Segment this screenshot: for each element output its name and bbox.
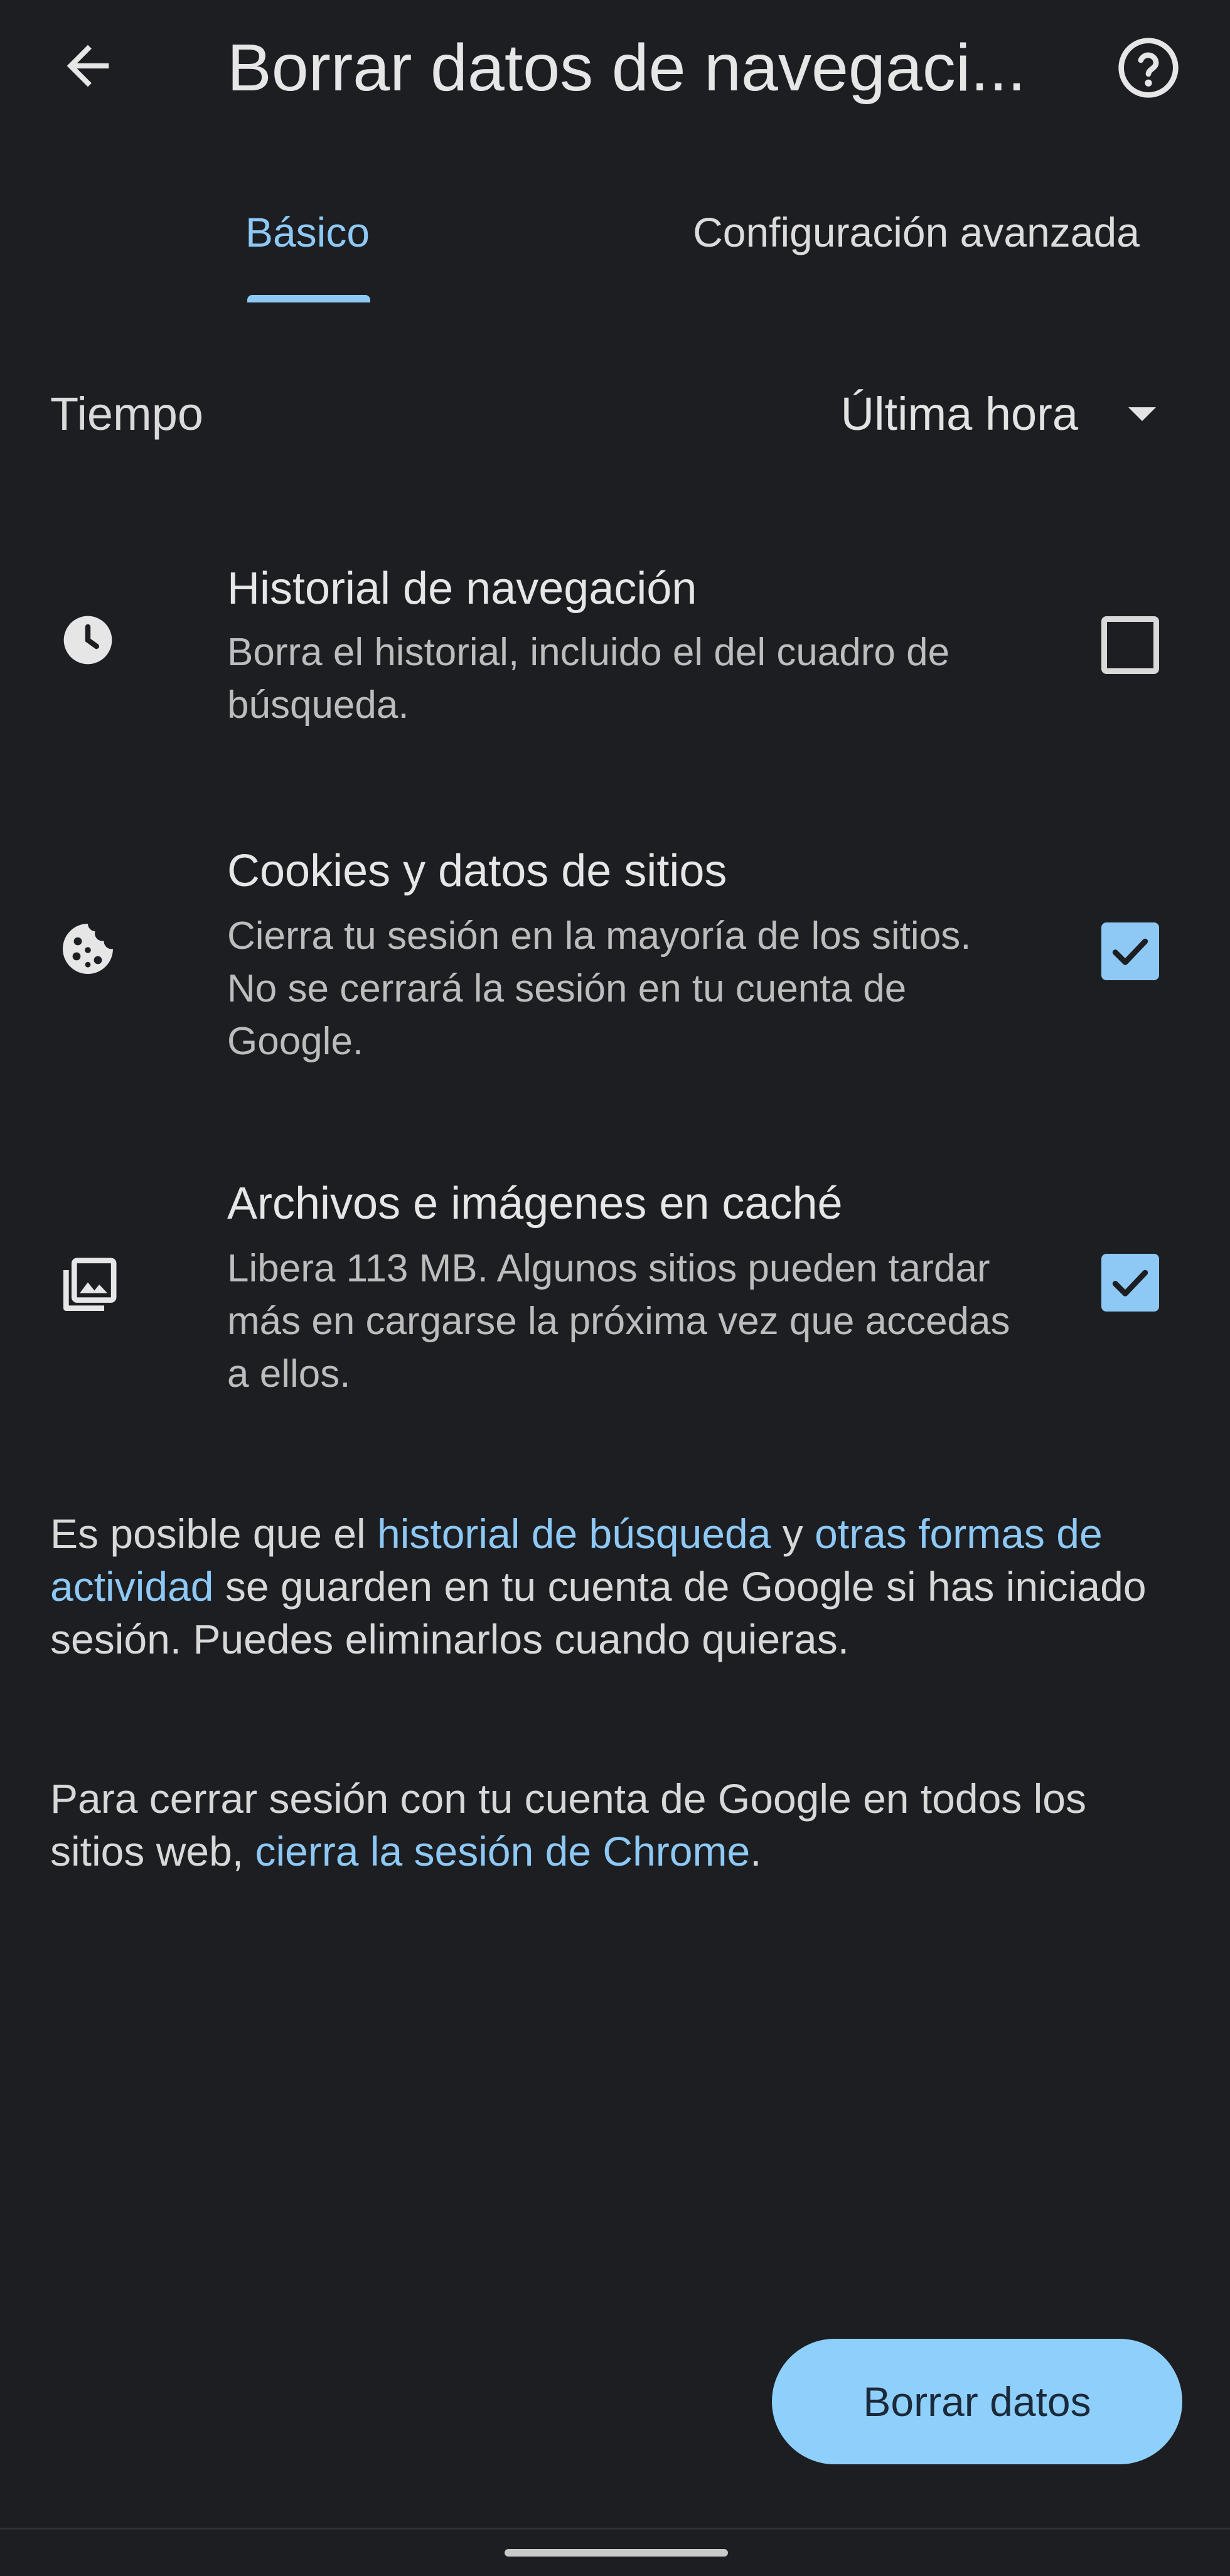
- link-sign-out-chrome[interactable]: cierra la sesión de Chrome: [255, 1828, 750, 1874]
- help-button[interactable]: [1111, 30, 1186, 105]
- link-search-history[interactable]: historial de búsqueda: [377, 1510, 771, 1557]
- option-title-cached-files: Archivos e imágenes en caché: [227, 1178, 843, 1229]
- tab-configuracion-avanzada[interactable]: Configuración avanzada: [659, 188, 1174, 276]
- checkbox-cookies[interactable]: [1101, 922, 1159, 980]
- checkbox-browsing-history[interactable]: [1101, 616, 1159, 674]
- notice-text: y: [771, 1510, 815, 1557]
- tab-basico[interactable]: Básico: [207, 188, 408, 276]
- notice-text: Es posible que el: [50, 1510, 378, 1557]
- option-desc-cookies: Cierra tu sesión en la mayoría de los si…: [227, 914, 971, 1063]
- time-range-dropdown[interactable]: Última hora: [753, 377, 1167, 452]
- arrow-left-icon: [67, 45, 109, 87]
- dropdown-arrow-icon: [1128, 407, 1156, 421]
- page-title: Borrar datos de navegaci...: [227, 31, 1026, 105]
- search-history-notice: Es posible que el historial de búsqueda …: [50, 1507, 1180, 1665]
- checkmark-icon: [1112, 938, 1148, 965]
- clock-icon: [50, 602, 126, 678]
- image-stack-icon: [50, 1249, 126, 1324]
- time-range-label: Tiempo: [50, 388, 204, 440]
- sign-out-notice: Para cerrar sesión con tu cuenta de Goog…: [50, 1772, 1180, 1878]
- option-desc-cached-files: Libera 113 MB. Algunos sitios pueden tar…: [227, 1247, 1010, 1396]
- clear-data-button[interactable]: Borrar datos: [772, 2339, 1182, 2464]
- checkmark-icon: [1112, 1269, 1148, 1296]
- checkbox-cached-files[interactable]: [1101, 1254, 1159, 1312]
- option-desc-browsing-history: Borra el historial, incluido el del cuad…: [227, 631, 950, 727]
- cookie-icon: [50, 911, 126, 986]
- back-button[interactable]: [44, 25, 132, 107]
- divider: [0, 2528, 1230, 2530]
- help-circle-icon: [1118, 38, 1179, 98]
- notice-text: se guarden en tu cuenta de Google si has…: [50, 1563, 1147, 1662]
- time-range-value: Última hora: [840, 388, 1078, 440]
- tab-indicator: [247, 295, 370, 302]
- gesture-nav-handle[interactable]: [505, 2549, 728, 2557]
- option-title-cookies: Cookies y datos de sitios: [227, 846, 727, 896]
- notice-text: .: [750, 1828, 762, 1874]
- option-title-browsing-history: Historial de navegación: [227, 564, 697, 614]
